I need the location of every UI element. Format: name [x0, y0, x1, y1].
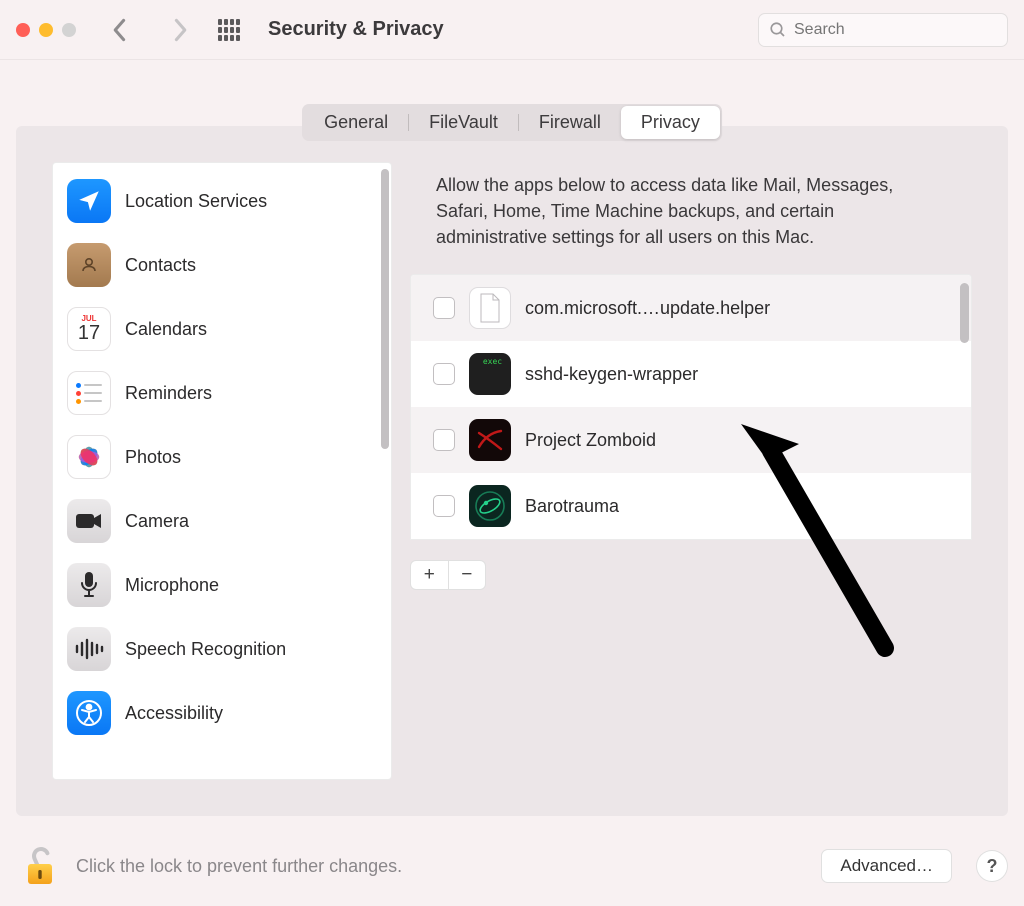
tab-filevault[interactable]: FileVault: [409, 106, 518, 139]
app-row[interactable]: Project Zomboid: [411, 407, 971, 473]
close-window-button[interactable]: [16, 23, 30, 37]
add-app-button[interactable]: +: [411, 561, 448, 589]
app-list: com.microsoft.…update.helper exec sshd-k…: [410, 274, 972, 540]
sidebar-label: Contacts: [125, 255, 196, 276]
sidebar-item-reminders[interactable]: Reminders: [53, 361, 391, 425]
tab-general[interactable]: General: [304, 106, 408, 139]
lock-button[interactable]: [16, 840, 64, 892]
contacts-icon: [67, 243, 111, 287]
sidebar-item-accessibility[interactable]: Accessibility: [53, 681, 391, 745]
sidebar: Location Services Contacts JUL 17 Calend…: [52, 162, 392, 780]
detail-pane: Allow the apps below to access data like…: [410, 162, 972, 780]
reminders-icon: [67, 371, 111, 415]
terminal-icon: exec: [469, 353, 511, 395]
app-row[interactable]: exec sshd-keygen-wrapper: [411, 341, 971, 407]
sidebar-item-location[interactable]: Location Services: [53, 169, 391, 233]
sidebar-scrollbar[interactable]: [381, 169, 389, 449]
app-list-scrollbar[interactable]: [960, 283, 969, 343]
detail-description: Allow the apps below to access data like…: [410, 162, 972, 274]
traffic-lights: [16, 23, 76, 37]
app-checkbox[interactable]: [433, 495, 455, 517]
app-checkbox[interactable]: [433, 363, 455, 385]
window-title: Security & Privacy: [268, 18, 444, 41]
app-name: Barotrauma: [525, 496, 619, 517]
lock-text: Click the lock to prevent further change…: [76, 856, 402, 877]
sidebar-label: Microphone: [125, 575, 219, 596]
photos-icon: [67, 435, 111, 479]
app-row[interactable]: Barotrauma: [411, 473, 971, 539]
location-icon: [67, 179, 111, 223]
microphone-icon: [67, 563, 111, 607]
main-panel: Location Services Contacts JUL 17 Calend…: [16, 126, 1008, 816]
remove-app-button[interactable]: −: [449, 561, 486, 589]
minimize-window-button[interactable]: [39, 23, 53, 37]
sidebar-label: Location Services: [125, 191, 267, 212]
zomboid-icon: [469, 419, 511, 461]
zoom-window-button[interactable]: [62, 23, 76, 37]
document-icon: [469, 287, 511, 329]
sidebar-label: Calendars: [125, 319, 207, 340]
accessibility-icon: [67, 691, 111, 735]
sidebar-label: Accessibility: [125, 703, 223, 724]
back-button[interactable]: [106, 16, 134, 44]
nav-arrows: [106, 16, 194, 44]
calendar-icon: JUL 17: [67, 307, 111, 351]
sidebar-item-speech[interactable]: Speech Recognition: [53, 617, 391, 681]
search-input[interactable]: [794, 21, 997, 39]
unlocked-lock-icon: [23, 844, 57, 888]
sidebar-item-contacts[interactable]: Contacts: [53, 233, 391, 297]
add-remove-buttons: + −: [410, 560, 486, 590]
title-bar: Security & Privacy: [0, 0, 1024, 60]
app-row[interactable]: com.microsoft.…update.helper: [411, 275, 971, 341]
tab-firewall[interactable]: Firewall: [519, 106, 621, 139]
search-icon: [769, 21, 787, 39]
sidebar-item-calendars[interactable]: JUL 17 Calendars: [53, 297, 391, 361]
app-name: com.microsoft.…update.helper: [525, 298, 770, 319]
search-box[interactable]: [758, 13, 1008, 47]
sidebar-item-photos[interactable]: Photos: [53, 425, 391, 489]
app-checkbox[interactable]: [433, 297, 455, 319]
app-checkbox[interactable]: [433, 429, 455, 451]
sidebar-label: Speech Recognition: [125, 639, 286, 660]
speech-icon: [67, 627, 111, 671]
camera-icon: [67, 499, 111, 543]
sidebar-item-microphone[interactable]: Microphone: [53, 553, 391, 617]
forward-button[interactable]: [166, 16, 194, 44]
sidebar-item-camera[interactable]: Camera: [53, 489, 391, 553]
footer: Click the lock to prevent further change…: [16, 840, 1008, 892]
tab-strip: General FileVault Firewall Privacy: [302, 104, 722, 141]
tab-privacy[interactable]: Privacy: [621, 106, 720, 139]
app-name: sshd-keygen-wrapper: [525, 364, 698, 385]
app-name: Project Zomboid: [525, 430, 656, 451]
barotrauma-icon: [469, 485, 511, 527]
sidebar-label: Photos: [125, 447, 181, 468]
sidebar-label: Camera: [125, 511, 189, 532]
sidebar-label: Reminders: [125, 383, 212, 404]
show-all-icon[interactable]: [218, 19, 240, 41]
advanced-button[interactable]: Advanced…: [821, 849, 952, 883]
help-button[interactable]: ?: [976, 850, 1008, 882]
